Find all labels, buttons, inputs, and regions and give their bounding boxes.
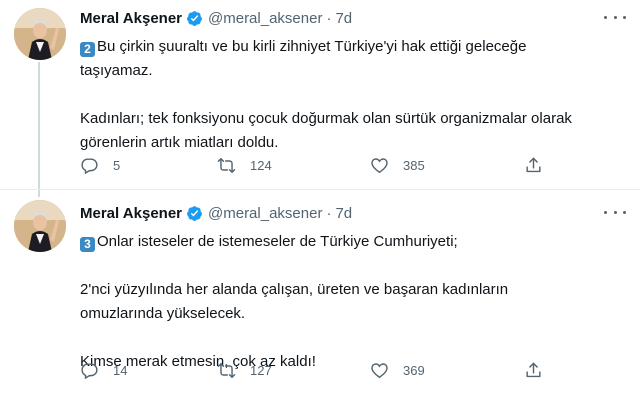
retweet-button[interactable]: 127 [217, 358, 272, 382]
author-name[interactable]: Meral Akşener [80, 205, 182, 222]
share-icon [524, 361, 543, 380]
reply-button[interactable]: 14 [80, 358, 127, 382]
separator-dot: · [326, 204, 332, 222]
tweet-text-line: 2 Bu çirkin şuuraltı ve bu kirli zihniyet… [80, 35, 625, 59]
author-handle[interactable]: @meral_aksener [208, 205, 322, 222]
retweet-icon [217, 361, 236, 380]
avatar[interactable] [14, 200, 66, 252]
like-icon [370, 156, 389, 175]
more-options-icon[interactable] [604, 208, 626, 216]
tweet-text-line: 2'nci yüzyılında her alanda çalışan, üre… [80, 281, 509, 298]
retweet-count: 124 [250, 157, 272, 173]
retweet-count: 127 [250, 362, 272, 378]
like-button[interactable]: 385 [370, 153, 425, 177]
tweet-text-line: taşıyamaz. [80, 62, 153, 79]
reply-button[interactable]: 5 [80, 153, 120, 177]
author-handle[interactable]: @meral_aksener [208, 10, 322, 27]
tweet-header: Meral Akşener @meral_aksener · 7d [80, 7, 352, 29]
tweet-timestamp[interactable]: 7d [335, 205, 352, 222]
reply-count: 14 [113, 362, 128, 378]
tweet-header: Meral Akşener @meral_aksener · 7d [80, 202, 352, 224]
verified-badge-icon [186, 10, 203, 27]
like-button[interactable]: 369 [370, 358, 425, 382]
share-icon [524, 156, 543, 175]
tweet-text: 3 Onlar isteseler de istemeseler de Türki… [80, 230, 625, 374]
tweet-text-line: omuzlarında yükselecek. [80, 305, 246, 322]
tweet[interactable]: Meral Akşener @meral_aksener · 7d 3 Onlar… [0, 190, 640, 401]
tweet-text-line: Kadınları; tek fonksiyonu çocuk doğurmak… [80, 110, 572, 127]
tweet-text-line: 3 Onlar isteseler de istemeseler de Türki… [80, 230, 625, 254]
reply-icon [80, 156, 99, 175]
keycap-number-emoji: 2 [80, 42, 95, 57]
tweet-timestamp[interactable]: 7d [335, 10, 352, 27]
share-button[interactable] [524, 153, 543, 177]
keycap-number-emoji: 3 [80, 237, 95, 252]
avatar[interactable] [14, 8, 66, 60]
tweet-text: 2 Bu çirkin şuuraltı ve bu kirli zihniyet… [80, 35, 625, 155]
reply-icon [80, 361, 99, 380]
tweet-actions: 14 127 369 [80, 358, 560, 382]
separator-dot: · [326, 9, 332, 27]
like-icon [370, 361, 389, 380]
verified-badge-icon [186, 205, 203, 222]
retweet-button[interactable]: 124 [217, 153, 272, 177]
author-name[interactable]: Meral Akşener [80, 10, 182, 27]
more-options-icon[interactable] [604, 13, 626, 21]
share-button[interactable] [524, 358, 543, 382]
tweet-actions: 5 124 385 [80, 153, 560, 177]
like-count: 385 [403, 157, 425, 173]
retweet-icon [217, 156, 236, 175]
tweet[interactable]: Meral Akşener @meral_aksener · 7d 2 Bu çi… [0, 0, 640, 190]
tweet-text-line: görenlerin artık miatları doldu. [80, 134, 279, 151]
like-count: 369 [403, 362, 425, 378]
reply-count: 5 [113, 157, 121, 173]
